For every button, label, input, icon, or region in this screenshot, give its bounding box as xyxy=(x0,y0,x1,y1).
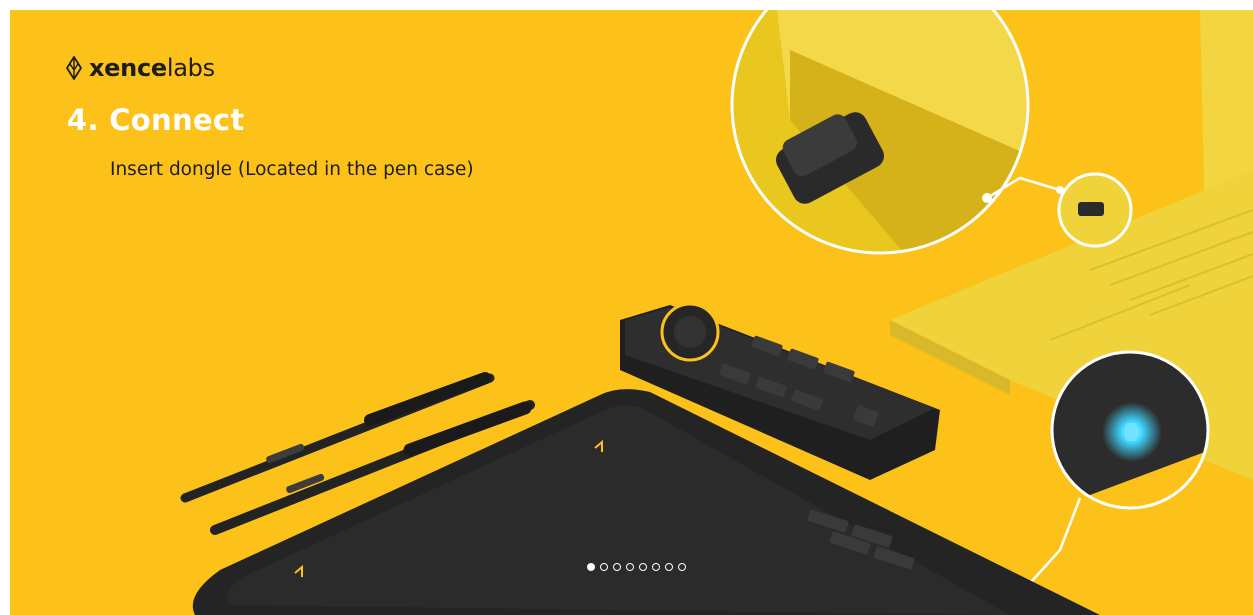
brand-name-light: labs xyxy=(166,54,215,82)
pagination-dot[interactable] xyxy=(678,563,686,571)
pagination-dot[interactable] xyxy=(587,563,595,571)
brand-logo: xence labs xyxy=(65,54,215,82)
pagination-dot[interactable] xyxy=(652,563,660,571)
brand-name-bold: xence xyxy=(89,54,167,82)
step-title: 4. Connect xyxy=(67,103,245,137)
dongle-closeup-inset xyxy=(730,10,1030,255)
setup-slide: xence labs 4. Connect Insert dongle (Loca… xyxy=(10,10,1253,615)
led-indicator-inset xyxy=(1050,350,1210,510)
pagination-dot[interactable] xyxy=(639,563,647,571)
slide-pagination xyxy=(587,563,686,571)
pen-nib-icon xyxy=(65,56,83,80)
pagination-dot[interactable] xyxy=(626,563,634,571)
pagination-dot[interactable] xyxy=(600,563,608,571)
step-instruction: Insert dongle (Located in the pen case) xyxy=(110,159,474,180)
product-illustration xyxy=(180,10,1253,615)
pagination-dot[interactable] xyxy=(665,563,673,571)
pen-tablet xyxy=(192,389,1100,615)
pagination-dot[interactable] xyxy=(613,563,621,571)
